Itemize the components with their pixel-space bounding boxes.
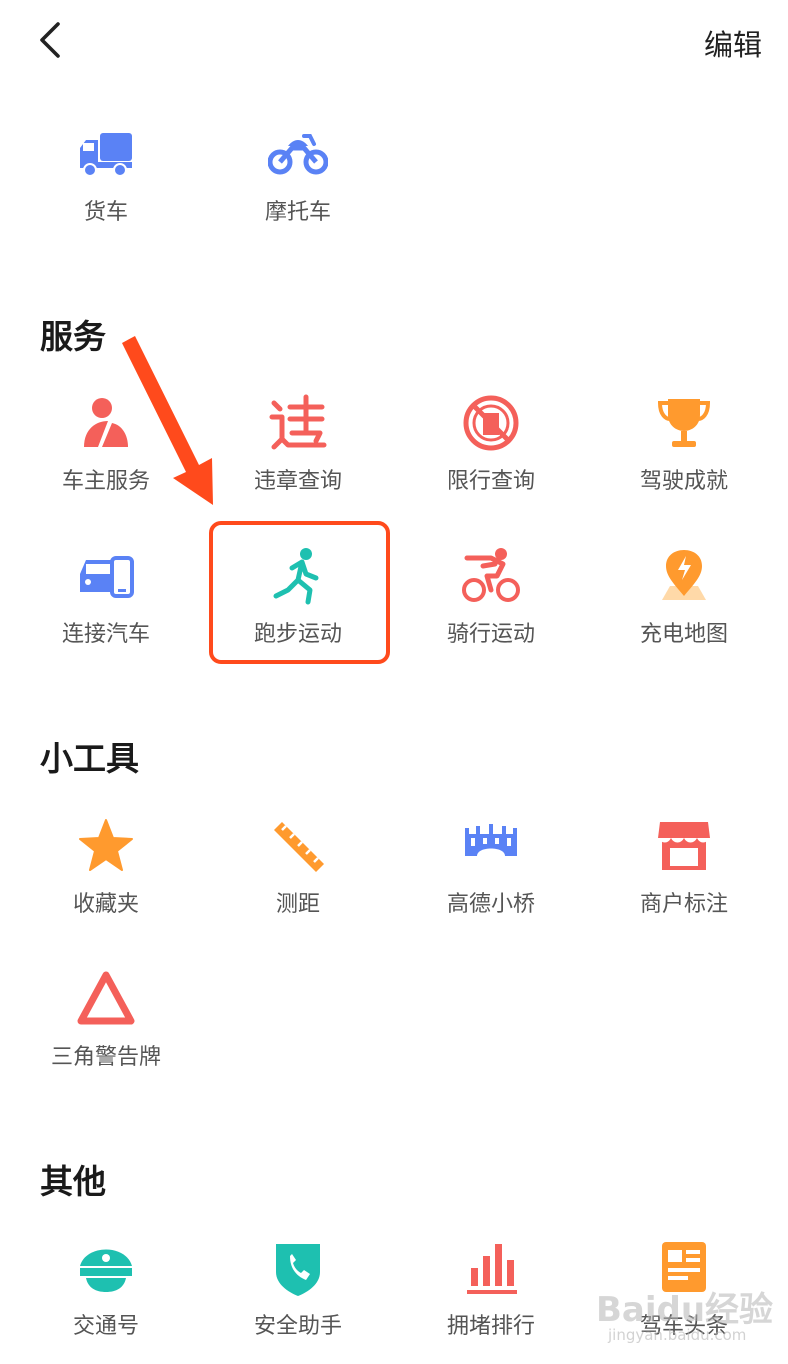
other-item-safety-assistant[interactable]: 安全助手 <box>202 1238 394 1358</box>
tool-item-ruler[interactable]: 测距 <box>202 816 394 936</box>
tool-label: 三角警告牌 <box>50 1045 161 1070</box>
shop-icon <box>654 816 714 876</box>
restriction-icon <box>461 393 521 453</box>
edit-button[interactable]: 编辑 <box>704 22 762 64</box>
other-item-congestion-rank[interactable]: 拥堵排行 <box>395 1238 587 1358</box>
service-item-violation[interactable]: 违章查询 <box>202 393 394 513</box>
vehicle-item-motorcycle[interactable]: 摩托车 <box>202 124 394 244</box>
service-label: 限行查询 <box>446 469 535 494</box>
tool-item-favorites[interactable]: 收藏夹 <box>10 816 202 936</box>
trophy-icon <box>654 393 714 453</box>
watermark-logo: Baidu经验 <box>596 1290 774 1330</box>
service-item-connect-car[interactable]: 连接汽车 <box>10 546 202 666</box>
cycling-icon <box>461 546 521 606</box>
other-label: 安全助手 <box>253 1314 342 1339</box>
other-label: 交通号 <box>72 1314 139 1339</box>
car-owner-icon <box>76 393 136 453</box>
police-cap-icon <box>76 1238 136 1298</box>
tool-item-bridge[interactable]: 高德小桥 <box>395 816 587 936</box>
back-button[interactable] <box>30 18 74 62</box>
service-label: 连接汽车 <box>61 622 150 647</box>
service-label: 驾驶成就 <box>639 469 728 494</box>
tool-label: 商户标注 <box>639 892 728 917</box>
watermark-url: jingyan.baidu.com <box>608 1326 747 1344</box>
motorcycle-icon <box>268 124 328 184</box>
bridge-icon <box>461 816 521 876</box>
charging-map-icon <box>654 546 714 606</box>
warning-triangle-icon <box>76 969 136 1029</box>
chevron-left-icon <box>40 22 60 58</box>
service-label: 充电地图 <box>639 622 728 647</box>
service-item-restriction[interactable]: 限行查询 <box>395 393 587 513</box>
service-item-charging-map[interactable]: 充电地图 <box>588 546 780 666</box>
truck-icon <box>76 124 136 184</box>
service-label: 骑行运动 <box>446 622 535 647</box>
vehicle-item-truck[interactable]: 货车 <box>10 124 202 244</box>
tool-item-warning-triangle[interactable]: 三角警告牌 <box>10 969 202 1089</box>
service-item-trophy[interactable]: 驾驶成就 <box>588 393 780 513</box>
services-section-title: 服务 <box>40 317 106 356</box>
tool-label: 高德小桥 <box>446 892 535 917</box>
star-icon <box>76 816 136 876</box>
tools-section-title: 小工具 <box>40 739 139 778</box>
service-label: 车主服务 <box>61 469 150 494</box>
vehicle-label: 摩托车 <box>264 200 331 225</box>
service-item-car-owner[interactable]: 车主服务 <box>10 393 202 513</box>
other-label: 拥堵排行 <box>446 1314 535 1339</box>
car-phone-icon <box>76 546 136 606</box>
top-bar: 编辑 <box>0 0 788 84</box>
violation-icon <box>268 393 328 453</box>
tool-label: 收藏夹 <box>72 892 139 917</box>
phone-shield-icon <box>268 1238 328 1298</box>
service-label: 违章查询 <box>253 469 342 494</box>
ruler-icon <box>268 816 328 876</box>
tool-item-shop[interactable]: 商户标注 <box>588 816 780 936</box>
tool-label: 测距 <box>275 892 320 917</box>
highlight-box <box>209 521 390 664</box>
other-item-traffic-police[interactable]: 交通号 <box>10 1238 202 1358</box>
service-item-cycling[interactable]: 骑行运动 <box>395 546 587 666</box>
bar-chart-icon <box>461 1238 521 1298</box>
others-section-title: 其他 <box>40 1162 106 1201</box>
vehicle-label: 货车 <box>83 200 128 225</box>
